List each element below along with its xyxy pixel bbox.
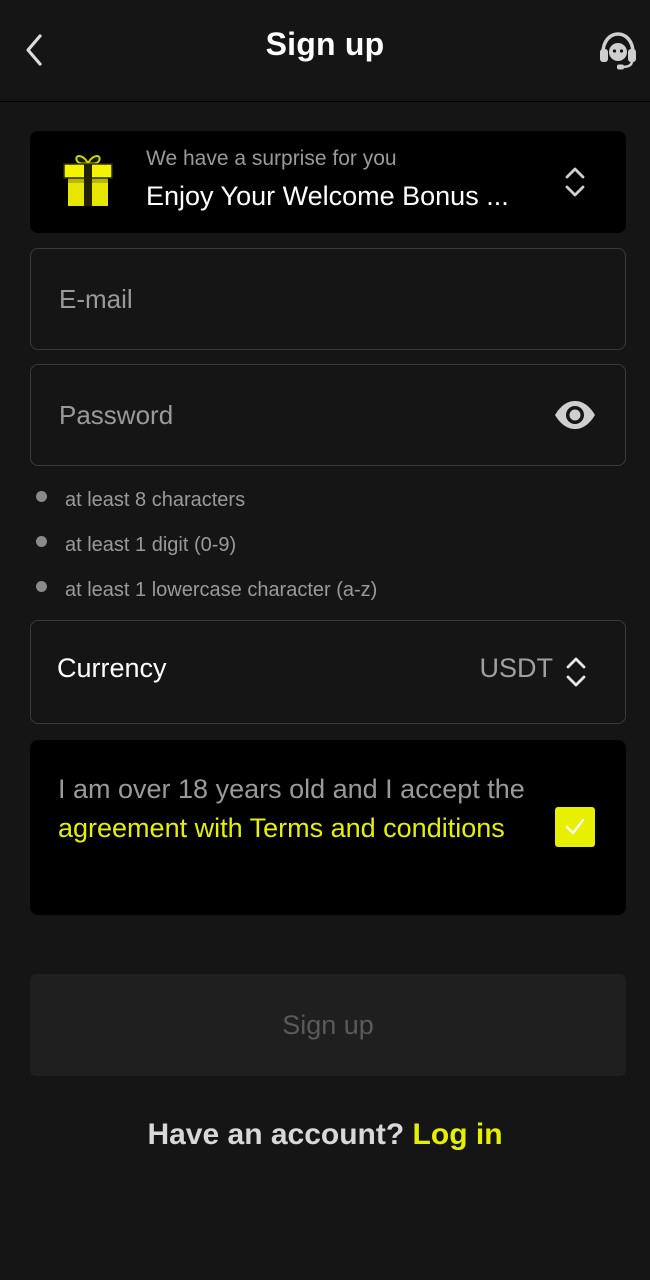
support-button[interactable] (596, 26, 640, 74)
login-question: Have an account? (147, 1118, 405, 1151)
top-bar: Sign up (0, 0, 650, 102)
rule-bullet (36, 490, 47, 502)
rule-text: at least 1 digit (0-9) (65, 533, 237, 556)
email-field[interactable]: E-mail (30, 248, 626, 350)
currency-selector[interactable]: Currency USDT (30, 620, 626, 724)
signup-button[interactable]: Sign up (30, 974, 626, 1076)
welcome-bonus-selector[interactable]: We have a surprise for you Enjoy Your We… (30, 131, 626, 233)
bonus-subtitle: We have a surprise for you (146, 147, 397, 170)
currency-value: USDT (479, 653, 554, 683)
rule-text: at least 1 lowercase character (a-z) (65, 578, 378, 601)
eye-icon[interactable] (553, 399, 597, 431)
terms-agreement: I am over 18 years old and I accept the … (30, 740, 626, 915)
rule-bullet (36, 580, 47, 592)
up-down-chevron-icon (566, 657, 586, 687)
up-down-chevron-icon (565, 167, 585, 197)
currency-label: Currency (57, 653, 167, 683)
terms-checkbox[interactable] (555, 807, 595, 847)
login-prompt: Have an account? Log in (0, 1118, 650, 1152)
password-rule: at least 8 characters (36, 485, 245, 515)
password-placeholder: Password (59, 400, 174, 430)
rule-bullet (36, 535, 47, 547)
login-link[interactable]: Log in (413, 1118, 503, 1151)
password-rule: at least 1 lowercase character (a-z) (36, 575, 377, 605)
terms-link[interactable]: agreement with Terms and conditions (58, 813, 505, 843)
headset-support-icon (600, 32, 636, 70)
gift-icon (63, 155, 113, 206)
bonus-title: Enjoy Your Welcome Bonus ... (146, 181, 509, 211)
email-placeholder: E-mail (59, 284, 133, 314)
checkmark-icon (565, 818, 585, 835)
signup-screen: Sign up We have a surprise for you Enjoy… (0, 0, 650, 1280)
terms-prefix: I am over 18 years old and I accept the (58, 774, 525, 804)
password-rule: at least 1 digit (0-9) (36, 530, 236, 560)
terms-text: I am over 18 years old and I accept the … (58, 770, 528, 848)
page-title: Sign up (265, 26, 385, 62)
rule-text: at least 8 characters (65, 488, 246, 511)
password-field[interactable]: Password (30, 364, 626, 466)
